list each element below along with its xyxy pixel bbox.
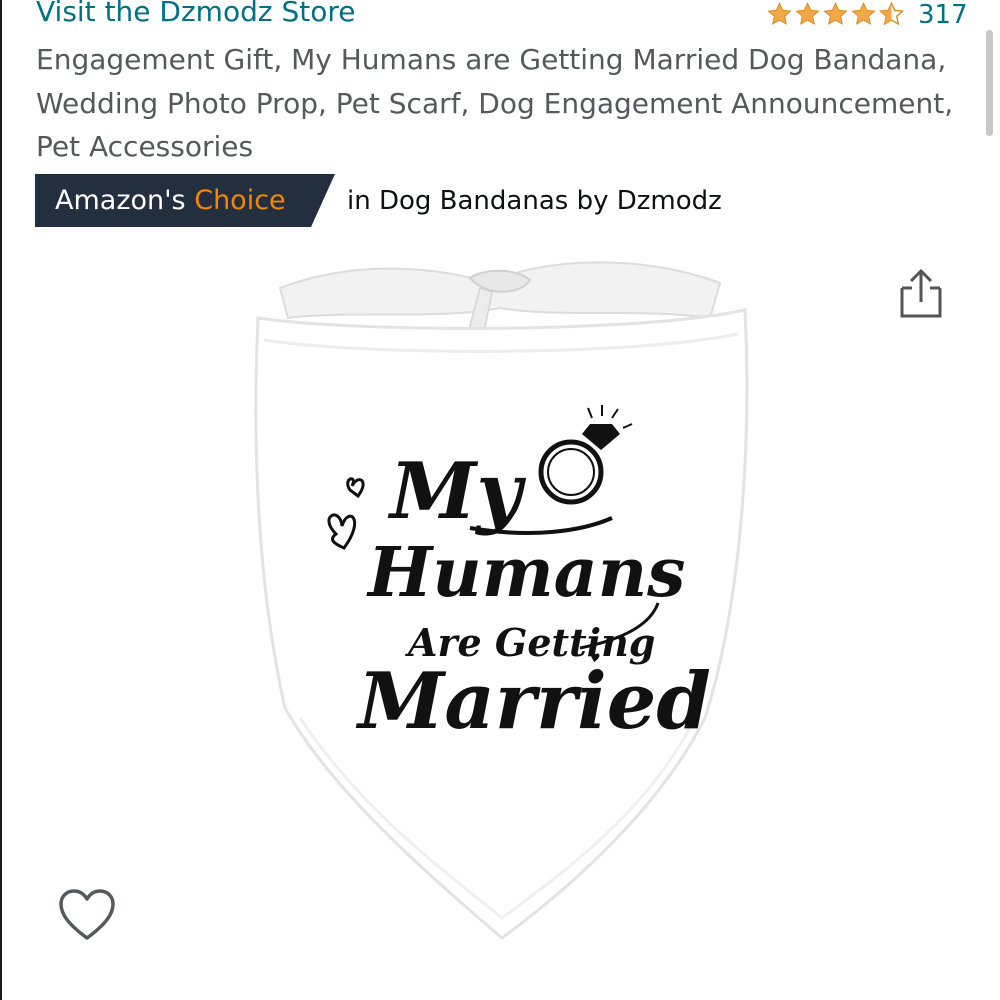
amazons-choice-badge[interactable]: Amazon's Choice — [35, 174, 335, 227]
left-edge-divider — [0, 0, 2, 1000]
badge-prefix: Amazon's — [55, 185, 186, 216]
product-image[interactable]: My Humans Are Getting Married — [240, 248, 760, 948]
rating-count-link[interactable]: 317 — [918, 1, 968, 29]
star-half-icon — [878, 1, 905, 25]
star-full-icon — [851, 1, 876, 25]
star-rating[interactable] — [766, 1, 906, 28]
star-full-icon — [823, 1, 848, 25]
scrollbar-thumb[interactable] — [986, 30, 993, 136]
visit-store-link[interactable]: Visit the Dzmodz Store — [36, 0, 355, 32]
print-line-humans: Humans — [366, 533, 685, 613]
badge-category-text: in Dog Bandanas by Dzmodz — [347, 185, 722, 216]
amazons-choice-row: Amazon's Choice in Dog Bandanas by Dzmod… — [35, 174, 722, 227]
print-line-married: Married — [355, 656, 711, 747]
print-line-my: My — [387, 446, 526, 537]
rating-summary[interactable]: 317 — [766, 0, 968, 29]
star-full-icon — [767, 1, 792, 25]
product-page: Visit the Dzmodz Store 317 Engagement Gi… — [0, 0, 1000, 1000]
star-full-icon — [795, 1, 820, 25]
heart-outline-icon[interactable] — [58, 888, 116, 942]
share-icon[interactable] — [896, 266, 946, 320]
product-title: Engagement Gift, My Humans are Getting M… — [36, 43, 954, 163]
badge-highlight: Choice — [194, 185, 286, 216]
